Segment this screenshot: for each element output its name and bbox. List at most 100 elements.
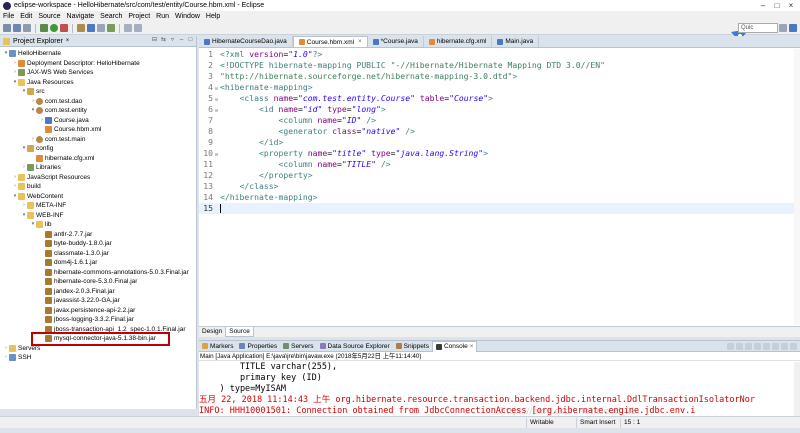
- new-java-package-icon[interactable]: [77, 24, 85, 32]
- menu-item-help[interactable]: Help: [206, 13, 220, 20]
- tree-item[interactable]: jboss-logging-3.3.2.Final.jar: [0, 315, 196, 325]
- tree-item[interactable]: javax.persistence-api-2.2.jar: [0, 306, 196, 316]
- menu-item-project[interactable]: Project: [128, 13, 150, 20]
- tree-item[interactable]: ▾ HelloHibernate: [0, 49, 196, 59]
- tree-item[interactable]: ▾ Java Resources: [0, 78, 196, 88]
- close-icon[interactable]: ×: [66, 38, 70, 44]
- project-explorer-tab[interactable]: Project Explorer × ⊟ ⇆ ▿ – □: [0, 36, 196, 47]
- new-java-class-icon[interactable]: [87, 24, 95, 32]
- search-icon[interactable]: [107, 24, 115, 32]
- tree-item[interactable]: ▾ src: [0, 87, 196, 97]
- editor-tab[interactable]: *Course.java: [368, 36, 424, 47]
- minimize-icon[interactable]: –: [756, 0, 770, 11]
- run-icon[interactable]: [50, 24, 58, 32]
- display-console-icon[interactable]: [772, 342, 779, 350]
- tree-item[interactable]: › com.test.main: [0, 135, 196, 145]
- tree-item[interactable]: javassist-3.22.0-GA.jar: [0, 296, 196, 306]
- editor-tab[interactable]: Course.hbm.xml ×: [292, 36, 368, 47]
- tree-item[interactable]: › JAX-WS Web Services: [0, 68, 196, 78]
- new-icon[interactable]: [3, 24, 11, 32]
- link-editor-icon[interactable]: ⇆: [160, 37, 167, 44]
- remove-launch-icon[interactable]: [736, 342, 743, 350]
- editor-tab[interactable]: HibernateCourseDao.java: [199, 36, 293, 47]
- tree-item[interactable]: › META-INF: [0, 201, 196, 211]
- tree-item[interactable]: ▾ WebContent: [0, 192, 196, 202]
- tree-item[interactable]: › build: [0, 182, 196, 192]
- tree-item[interactable]: hibernate-core-5.3.0.Final.jar: [0, 277, 196, 287]
- open-perspective-icon[interactable]: [779, 24, 787, 32]
- tree-item[interactable]: ▾ lib: [0, 220, 196, 230]
- xml-icon: [18, 59, 25, 67]
- terminate-icon[interactable]: [727, 342, 734, 350]
- open-type-icon[interactable]: [97, 24, 105, 32]
- tab-properties[interactable]: Properties: [236, 341, 280, 352]
- jar-icon: [45, 240, 52, 248]
- save-icon[interactable]: [13, 24, 21, 32]
- menu-item-source[interactable]: Source: [38, 13, 60, 20]
- maximize-icon[interactable]: □: [770, 0, 784, 11]
- tree-item[interactable]: › Course.java: [0, 116, 196, 126]
- tab-source[interactable]: Source: [225, 327, 254, 337]
- pin-console-icon[interactable]: [763, 342, 770, 350]
- tree-item[interactable]: › SSH: [0, 353, 196, 363]
- tab-snippets[interactable]: Snippets: [393, 341, 432, 352]
- tree-item-label: Deployment Descriptor: HelloHibernate: [27, 59, 140, 67]
- menu-item-navigate[interactable]: Navigate: [67, 13, 95, 20]
- menu-item-file[interactable]: File: [3, 13, 14, 20]
- minimize-view-icon[interactable]: –: [178, 37, 185, 44]
- tree-item[interactable]: ▾ config: [0, 144, 196, 154]
- tree-item[interactable]: ▾ WEB-INF: [0, 211, 196, 221]
- external-tools-icon[interactable]: [60, 24, 68, 32]
- editor-tab[interactable]: Main.java: [492, 36, 540, 47]
- tab-servers[interactable]: Servers: [280, 341, 316, 352]
- tree-item[interactable]: ▾ com.test.entity: [0, 106, 196, 116]
- editor-vertical-scrollbar[interactable]: [794, 49, 800, 325]
- tab-data-source-explorer[interactable]: Data Source Explorer: [317, 341, 393, 352]
- view-menu-icon[interactable]: ▿: [169, 37, 176, 44]
- design-source-tabs: Design Source: [199, 326, 800, 337]
- minimize-view-icon[interactable]: [781, 342, 788, 350]
- tree-item[interactable]: byte-buddy-1.8.0.jar: [0, 239, 196, 249]
- scroll-lock-icon[interactable]: [754, 342, 761, 350]
- editor-tab[interactable]: hibernate.cfg.xml: [424, 36, 493, 47]
- menu-item-search[interactable]: Search: [100, 13, 122, 20]
- close-icon[interactable]: ×: [784, 0, 798, 11]
- save-all-icon[interactable]: [23, 24, 31, 32]
- tree-item[interactable]: hibernate.cfg.xml: [0, 154, 196, 164]
- menu-item-window[interactable]: Window: [175, 13, 200, 20]
- code-line: 5 ⊖ <class name="com.test.entity.Course" …: [199, 93, 800, 104]
- close-tab-icon[interactable]: ×: [470, 344, 474, 350]
- editor-tab-label: *Course.java: [380, 38, 418, 45]
- console-vertical-scrollbar[interactable]: [794, 362, 800, 417]
- tree-item[interactable]: antlr-2.7.7.jar: [0, 230, 196, 240]
- tree-item[interactable]: dom4j-1.6.1.jar: [0, 258, 196, 268]
- collapse-all-icon[interactable]: ⊟: [151, 37, 158, 44]
- tree-item[interactable]: › Deployment Descriptor: HelloHibernate: [0, 59, 196, 69]
- maximize-view-icon[interactable]: □: [187, 37, 194, 44]
- tree-item[interactable]: › com.test.dao: [0, 97, 196, 107]
- tree-item[interactable]: hibernate-commons-annotations-5.0.3.Fina…: [0, 268, 196, 278]
- tree-item[interactable]: Course.hbm.xml: [0, 125, 196, 135]
- tab-design[interactable]: Design: [199, 327, 225, 337]
- console-output[interactable]: TITLE varchar(255), primary key (ID) ) t…: [199, 362, 794, 417]
- menu-item-run[interactable]: Run: [156, 13, 169, 20]
- tree-item[interactable]: classmate-1.3.0.jar: [0, 249, 196, 259]
- code-area[interactable]: 1 <?xml version="1.0"?> 2 <!DOCTYPE hiberna…: [199, 49, 800, 325]
- java-ee-perspective-icon[interactable]: [789, 24, 797, 32]
- tree-item[interactable]: › Libraries: [0, 163, 196, 173]
- close-tab-icon[interactable]: ×: [358, 39, 362, 45]
- maximize-view-icon[interactable]: [790, 342, 797, 350]
- menu-item-edit[interactable]: Edit: [20, 13, 32, 20]
- java-file-icon: [372, 38, 379, 45]
- clear-console-icon[interactable]: [745, 342, 752, 350]
- tab-console[interactable]: Console ×: [431, 340, 478, 352]
- tree-item[interactable]: › JavaScript Resources: [0, 173, 196, 183]
- back-icon[interactable]: [124, 24, 132, 32]
- tree-item[interactable]: jandex-2.0.3.Final.jar: [0, 287, 196, 297]
- tree-item-label: byte-buddy-1.8.0.jar: [54, 240, 112, 247]
- debug-icon[interactable]: [40, 24, 48, 32]
- forward-icon[interactable]: [134, 24, 142, 32]
- tab-markers[interactable]: Markers: [199, 341, 236, 352]
- code-text: </id>: [258, 137, 284, 147]
- quick-access-input[interactable]: Quic: [738, 23, 778, 33]
